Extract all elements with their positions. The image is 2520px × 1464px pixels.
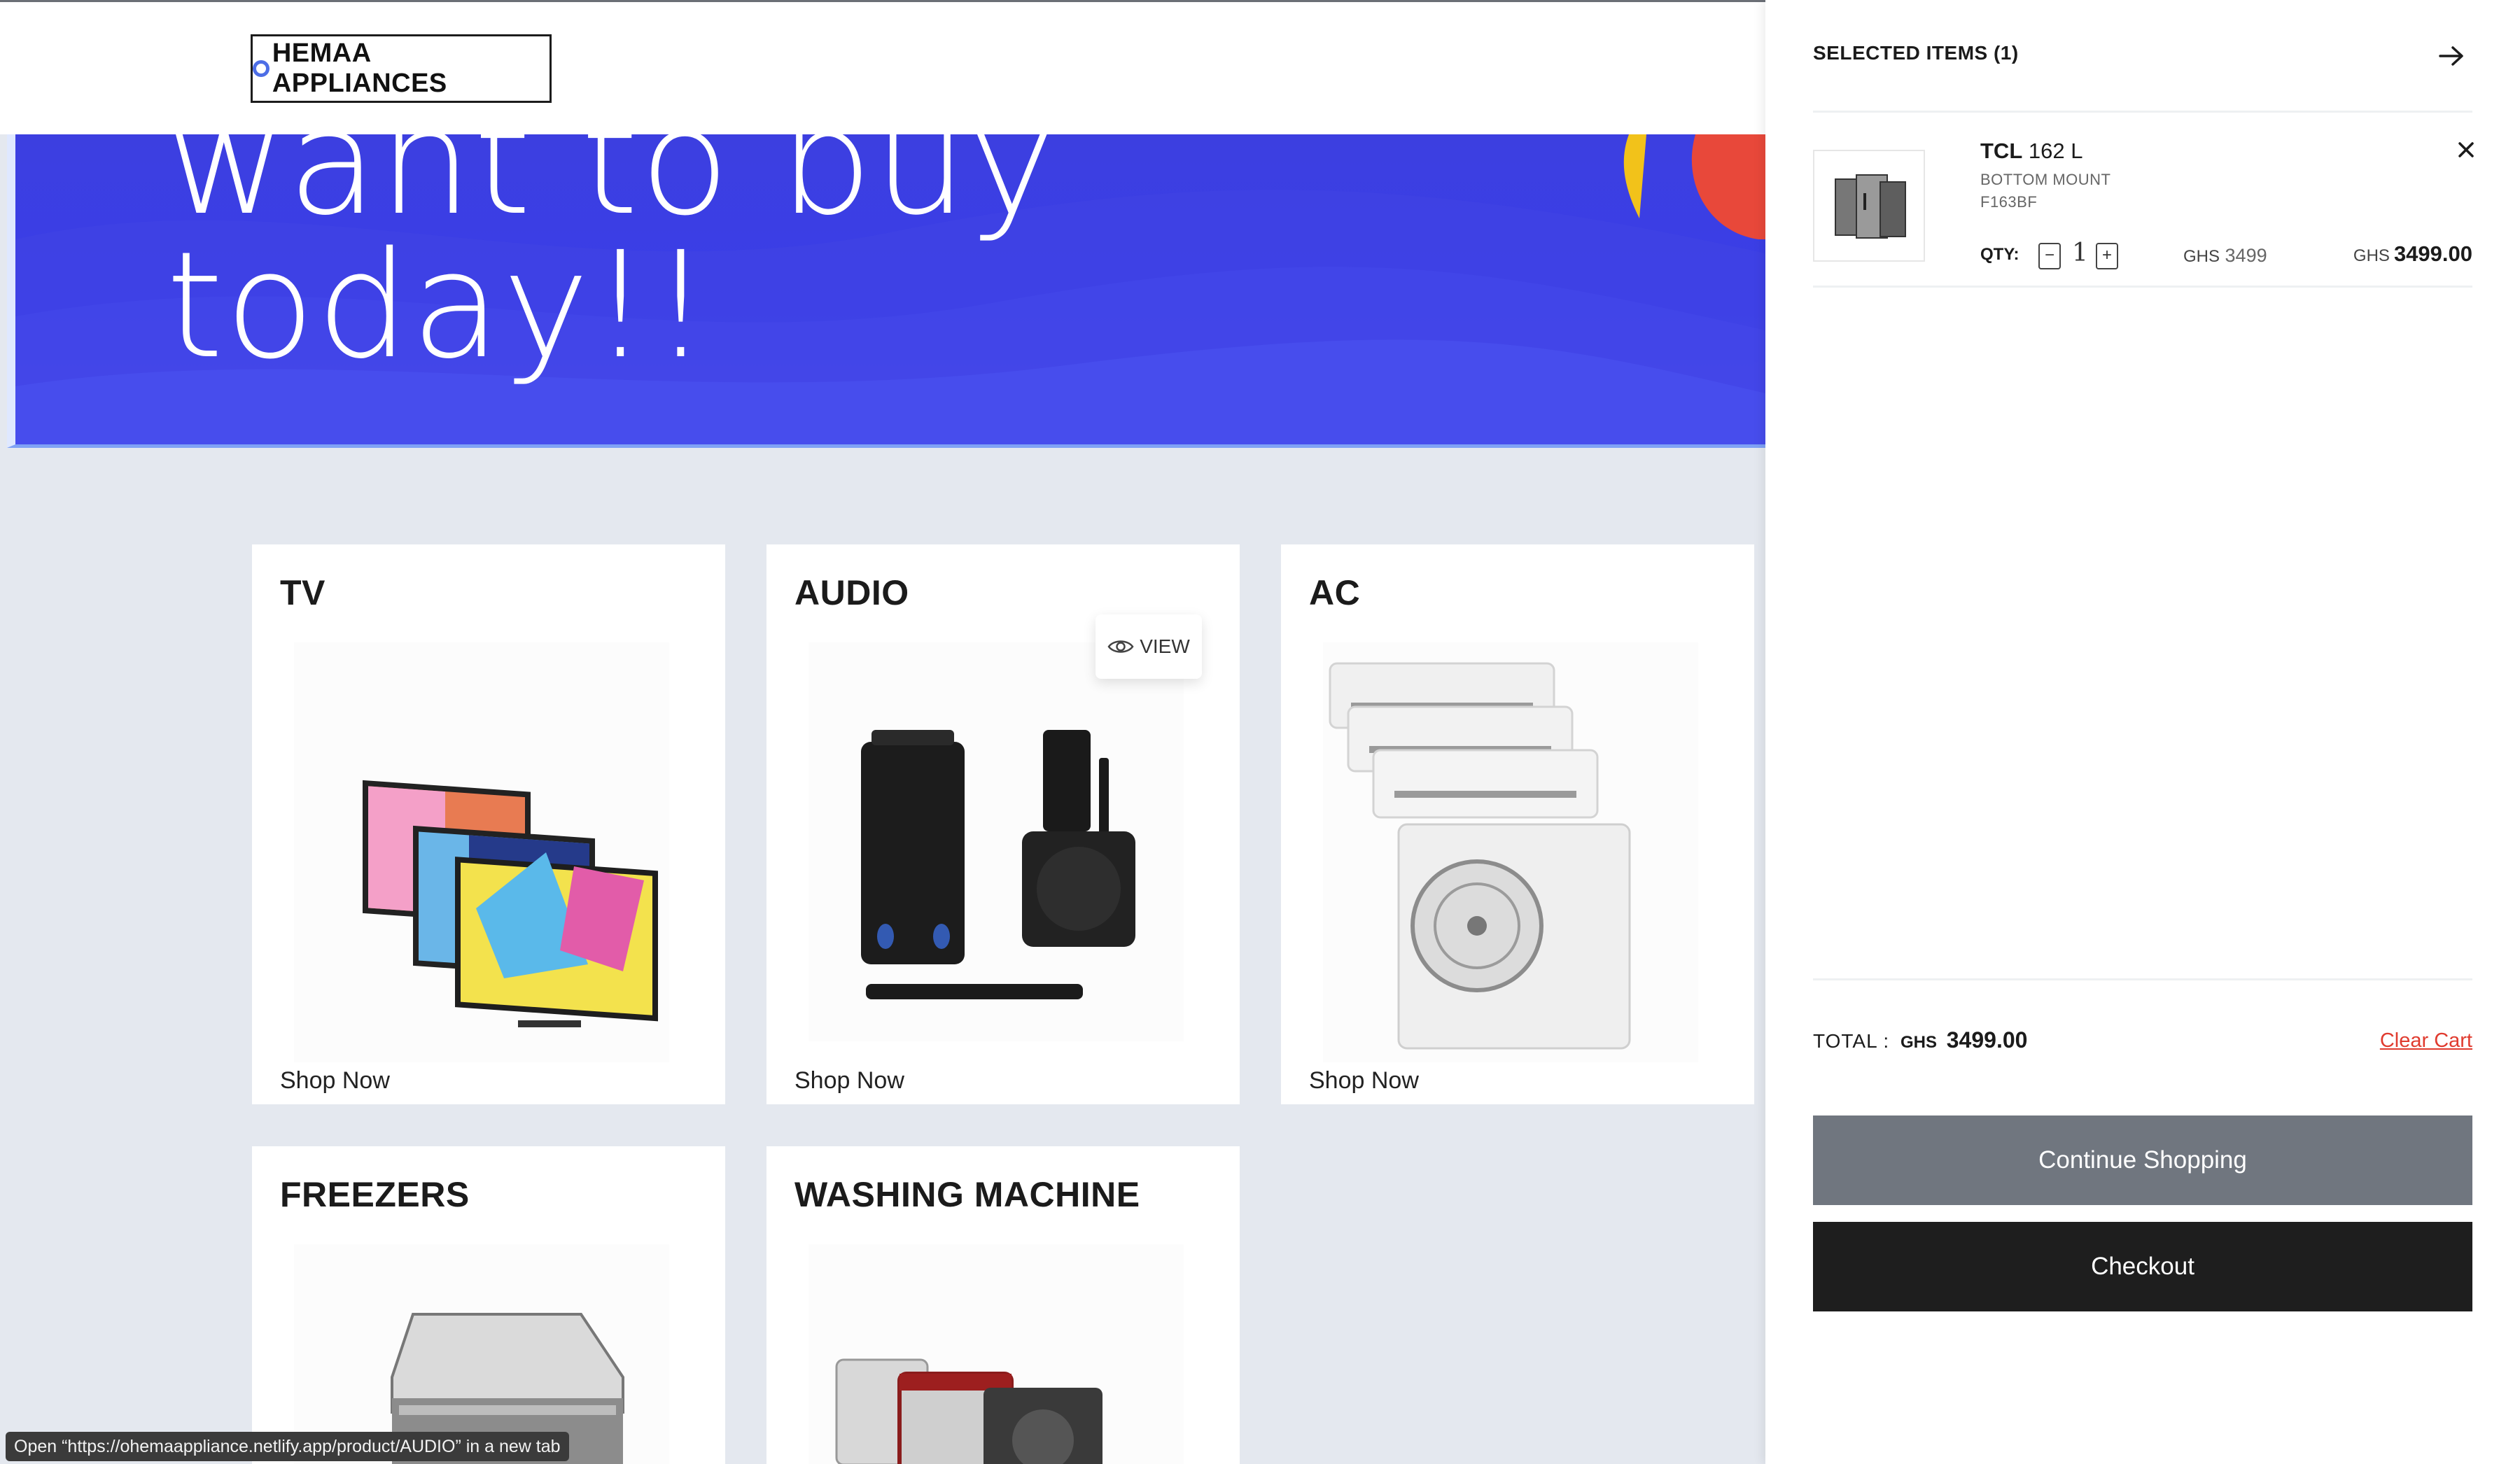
close-icon[interactable] [2455,139,2477,161]
freezer-image [294,1244,669,1464]
category-card-freezers[interactable]: FREEZERS [252,1146,725,1464]
unit-price-value: 3499 [2225,245,2267,266]
checkout-button[interactable]: Checkout [1813,1222,2472,1311]
shop-now-link[interactable]: Shop Now [794,1067,904,1095]
total-currency: GHS [1900,1033,1937,1052]
satellite-speaker [1043,730,1091,831]
card-title: TV [280,573,326,612]
quick-view-button[interactable]: VIEW [1096,614,1202,679]
logo-text: HEMAA APPLIANCES [272,38,447,98]
quick-view-label: VIEW [1140,635,1190,657]
card-title: AC [1309,573,1361,612]
total-label: TOTAL : [1813,1030,1890,1052]
hero-banner: want to buy today!! [7,134,1765,448]
category-card-ac[interactable]: AC Shop Now [1281,544,1754,1104]
link-status-bar: Open “https://ohemaappliance.netlify.app… [6,1432,569,1461]
cart-item-thumbnail [1813,150,1925,262]
hero-headline-line-2: today!! [166,220,712,391]
cart-item-model: 162 L [2022,139,2083,163]
cart-item-unit-price: GHS 3499 [2183,245,2267,267]
total-amount: 3499.00 [1946,1027,2028,1053]
hero-yellow-shape [1623,134,1646,218]
category-card-tv[interactable]: TV Shop Now [252,544,725,1104]
cart-item-line-total: GHS 3499.00 [2353,241,2472,267]
cart-total: TOTAL : GHS 3499.00 [1813,1027,2027,1053]
cart-item-name: TCL 162 L [1980,139,2082,164]
ac-unit-3 [1372,749,1599,819]
qty-value: 1 [2072,239,2088,267]
currency-label: GHS [2353,246,2390,265]
cart-heading: SELECTED ITEMS (1) [1813,42,2019,64]
audio-image [808,642,1184,1041]
tv-image [294,642,669,1062]
tv-front [455,852,658,1027]
cart-drawer: SELECTED ITEMS (1) TCL 162 L BOTTOM MOUN… [1765,0,2520,1464]
site-header: HEMAA APPLIANCES [0,2,1765,134]
site-logo[interactable]: HEMAA APPLIANCES [251,34,552,103]
card-title: WASHING MACHINE [794,1175,1140,1214]
ac-image [1323,642,1698,1062]
card-title: FREEZERS [280,1175,470,1214]
soundbar [866,984,1083,999]
logo-o-icon [253,60,270,77]
divider [1813,111,2472,113]
divider [1813,978,2472,980]
cart-item-code: F163BF [1980,193,2038,211]
line-total-value: 3499.00 [2393,241,2472,266]
arrow-right-icon[interactable] [2436,41,2467,71]
shop-now-link[interactable]: Shop Now [1309,1067,1419,1095]
clear-cart-link[interactable]: Clear Cart [2380,1029,2472,1053]
divider [1813,286,2472,288]
shop-now-link[interactable]: Shop Now [280,1067,390,1095]
cart-item-type: BOTTOM MOUNT [1980,171,2111,188]
washing-machine-image [808,1244,1184,1464]
hero-red-shape [1691,134,1765,239]
continue-shopping-button[interactable]: Continue Shopping [1813,1115,2472,1205]
category-card-washing-machine[interactable]: WASHING MACHINE [766,1146,1240,1464]
qty-decrease-button[interactable]: − [2038,243,2061,269]
currency-label: GHS [2183,247,2220,266]
eye-icon [1107,640,1134,653]
cart-item-brand: TCL [1980,139,2023,163]
card-title: AUDIO [794,573,909,612]
qty-increase-button[interactable]: + [2096,243,2118,269]
freezer-lid [391,1313,624,1414]
qty-label: QTY: [1980,245,2019,264]
storefront: HEMAA APPLIANCES want to buy today!! TV [0,0,1765,1464]
